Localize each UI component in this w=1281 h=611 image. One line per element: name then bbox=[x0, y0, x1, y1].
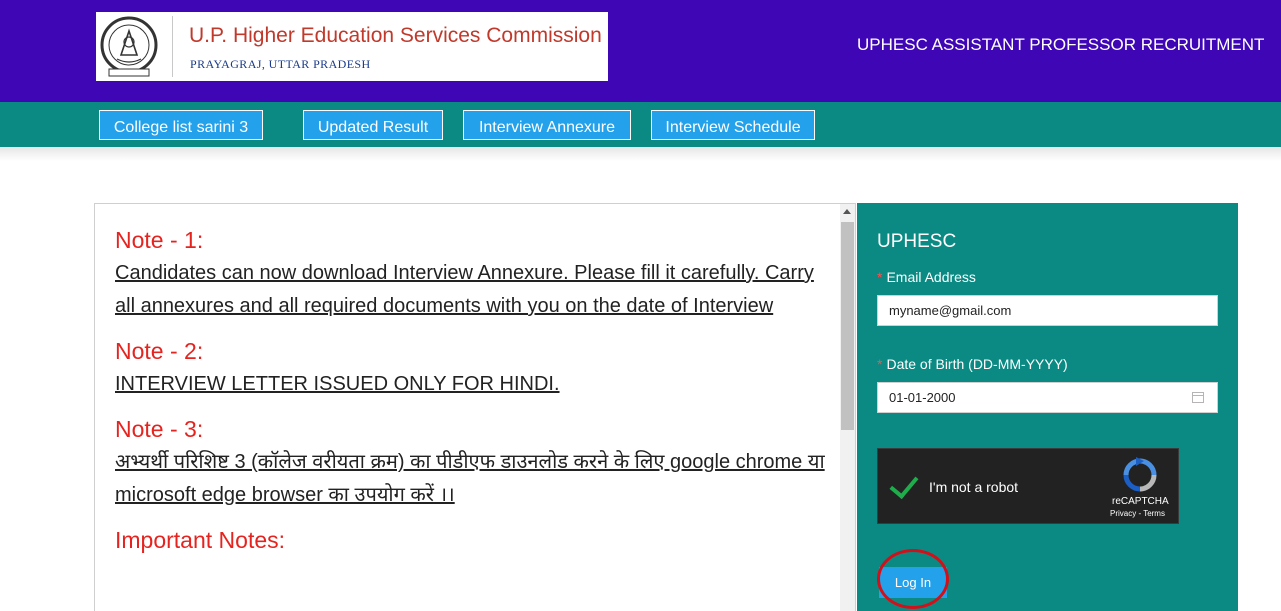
interview-annexure-button[interactable]: Interview Annexure bbox=[463, 110, 631, 140]
note-3-text[interactable]: अभ्यर्थी परिशिष्ट 3 (कॉलेज वरीयता क्रम) … bbox=[115, 446, 825, 512]
nav-bar: College list sarini 3 Updated Result Int… bbox=[0, 102, 1281, 147]
notes-content: Note - 1: Candidates can now download In… bbox=[115, 226, 825, 554]
note-1-text[interactable]: Candidates can now download Interview An… bbox=[115, 257, 825, 323]
commission-logo-banner[interactable]: U.P. Higher Education Services Commissio… bbox=[96, 12, 608, 81]
notes-panel[interactable]: Note - 1: Candidates can now download In… bbox=[94, 203, 856, 611]
recaptcha-brand: reCAPTCHA bbox=[1112, 496, 1169, 507]
notes-scrollbar[interactable] bbox=[840, 204, 855, 611]
captcha-label: I'm not a robot bbox=[929, 479, 1019, 495]
login-button[interactable]: Log In bbox=[879, 567, 947, 598]
email-label: * Email Address bbox=[877, 269, 976, 285]
email-label-text: Email Address bbox=[886, 269, 976, 285]
scroll-up-arrow-icon[interactable] bbox=[843, 209, 851, 214]
note-3-heading: Note - 3: bbox=[115, 416, 204, 442]
interview-schedule-button[interactable]: Interview Schedule bbox=[651, 110, 815, 140]
header-bar: U.P. Higher Education Services Commissio… bbox=[0, 0, 1281, 102]
logo-divider bbox=[172, 16, 173, 77]
nav-shadow bbox=[0, 147, 1281, 161]
org-place: PRAYAGRAJ, UTTAR PRADESH bbox=[190, 57, 371, 71]
note-2-heading: Note - 2: bbox=[115, 338, 204, 364]
recaptcha-logo-icon bbox=[1123, 457, 1157, 492]
required-marker: * bbox=[877, 269, 883, 285]
email-field[interactable] bbox=[877, 295, 1218, 326]
org-name: U.P. Higher Education Services Commissio… bbox=[189, 24, 602, 47]
calendar-icon[interactable] bbox=[1192, 392, 1204, 403]
dob-field[interactable] bbox=[877, 382, 1218, 413]
recaptcha-links[interactable]: Privacy - Terms bbox=[1110, 509, 1165, 518]
important-notes-heading: Important Notes: bbox=[115, 527, 286, 553]
updated-result-button[interactable]: Updated Result bbox=[303, 110, 443, 140]
dob-label: * Date of Birth (DD-MM-YYYY) bbox=[877, 356, 1068, 372]
college-list-button[interactable]: College list sarini 3 bbox=[99, 110, 263, 140]
required-marker: * bbox=[877, 356, 883, 372]
note-1-heading: Note - 1: bbox=[115, 227, 204, 253]
site-title: UPHESC ASSISTANT PROFESSOR RECRUITMENT bbox=[857, 35, 1265, 54]
dob-label-text: Date of Birth (DD-MM-YYYY) bbox=[886, 356, 1068, 372]
login-panel: UPHESC *Email Address *Date of Birth (DD… bbox=[857, 203, 1238, 611]
commission-seal-icon bbox=[100, 16, 158, 77]
scrollbar-thumb[interactable] bbox=[841, 222, 854, 430]
login-title: UPHESC bbox=[877, 231, 957, 252]
checkmark-icon[interactable] bbox=[889, 468, 919, 500]
note-2-text[interactable]: INTERVIEW LETTER ISSUED ONLY FOR HINDI. bbox=[115, 368, 825, 401]
recaptcha-widget[interactable]: I'm not a robot reCAPTCHA Privacy - Term… bbox=[877, 448, 1179, 524]
